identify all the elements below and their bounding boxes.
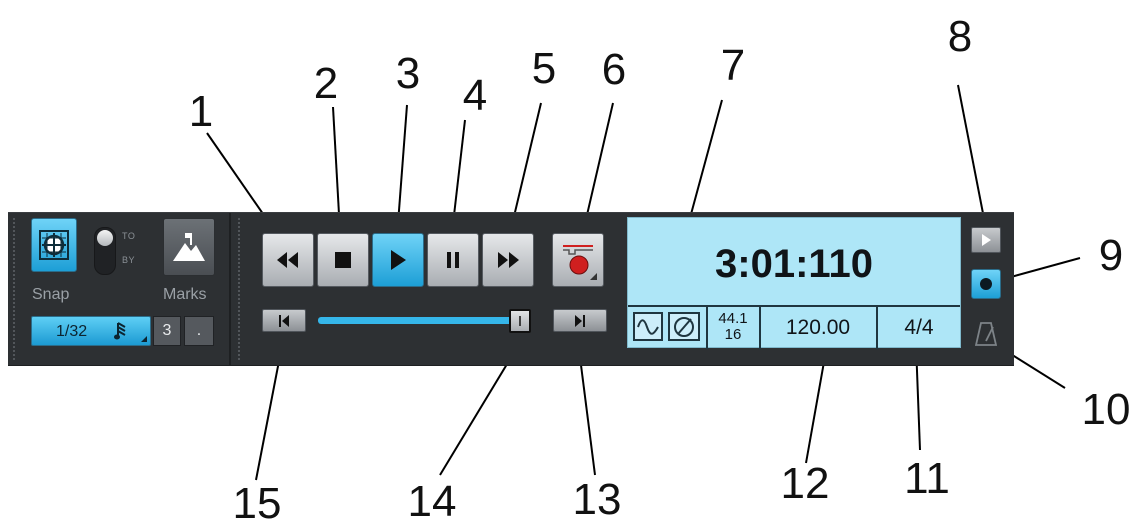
snap-mode-toggle[interactable] (94, 227, 116, 275)
tempo-value[interactable]: 120.00 (763, 316, 873, 340)
record-icon (563, 245, 597, 280)
callout-number: 5 (531, 44, 557, 93)
snap-resolution-dropdown[interactable]: 1/32 (31, 316, 151, 346)
fast-forward-button[interactable] (482, 233, 534, 287)
waveform-icon (637, 319, 659, 335)
metronome-toggle-button[interactable] (971, 269, 1001, 299)
performance-meter-icon (674, 317, 694, 337)
callout-number: 13 (572, 475, 622, 524)
marks-label: Marks (163, 286, 207, 303)
go-to-start-icon (279, 314, 289, 327)
position-slider-thumb[interactable] (509, 309, 532, 333)
performance-button[interactable] (668, 312, 700, 341)
display-divider (876, 307, 878, 349)
callout-number: 12 (780, 459, 830, 508)
bit-depth-value: 16 (724, 326, 742, 343)
time-display[interactable]: 3:01:110 44.1 16 120.00 4/4 (627, 217, 961, 349)
callout-number: 6 (601, 45, 627, 94)
section-divider (229, 213, 231, 365)
stop-icon (335, 252, 351, 268)
callout-number: 4 (462, 71, 488, 120)
sample-rate-value: 44.1 (718, 310, 748, 327)
snap-button[interactable] (31, 218, 77, 272)
toolbar-grip[interactable] (12, 217, 16, 361)
metronome-icon (975, 322, 997, 346)
callout-number: 3 (395, 49, 421, 98)
record-dot-icon (980, 278, 992, 290)
expand-button[interactable] (971, 227, 1001, 253)
display-divider (628, 305, 960, 307)
display-divider (759, 307, 761, 349)
stop-button[interactable] (317, 233, 369, 287)
rewind-button[interactable] (262, 233, 314, 287)
callout-number: 8 (947, 12, 973, 61)
callout-number: 9 (1098, 231, 1124, 280)
callout-number: 10 (1081, 385, 1131, 434)
time-signature-value[interactable]: 4/4 (880, 316, 958, 340)
snap-to-label: TO (122, 231, 136, 241)
marks-icon (173, 233, 205, 261)
metronome-settings-button[interactable] (971, 319, 1001, 349)
toolbar-grip[interactable] (237, 217, 241, 361)
pause-icon (447, 252, 459, 268)
pause-button[interactable] (427, 233, 479, 287)
slider-grip-icon (519, 316, 522, 326)
snap-resolution-value: 1/32 (56, 323, 88, 340)
callout-number: 15 (232, 479, 282, 528)
play-button[interactable] (372, 233, 424, 287)
snap-grid-icon (39, 230, 69, 260)
triplet-box[interactable]: 3 (153, 316, 181, 346)
time-readout[interactable]: 3:01:110 (628, 242, 960, 287)
toggle-knob (97, 230, 113, 246)
position-slider-track[interactable] (318, 317, 531, 324)
marks-button[interactable] (163, 218, 215, 276)
thirty-second-note-icon (114, 322, 126, 340)
callout-number: 1 (188, 87, 214, 136)
go-to-end-button[interactable] (553, 309, 607, 332)
go-to-start-button[interactable] (262, 309, 306, 332)
callout-number: 14 (407, 477, 457, 526)
position-slider-fill (318, 317, 521, 324)
record-options-button[interactable] (552, 233, 604, 287)
dotted-box[interactable]: . (184, 316, 214, 346)
play-icon (391, 250, 406, 270)
callout-number: 2 (313, 59, 339, 108)
rewind-icon (277, 252, 298, 268)
audio-engine-button[interactable] (633, 312, 663, 341)
callout-number: 7 (720, 41, 746, 90)
expand-arrow-icon (982, 234, 991, 246)
dropdown-corner-icon (141, 336, 147, 342)
snap-label: Snap (32, 286, 70, 303)
display-divider (706, 307, 708, 349)
snap-by-label: BY (122, 255, 136, 265)
transport-toolbar: TO BY Snap Marks 1/32 3 . 3:01:110 44.1 … (8, 212, 1014, 366)
go-to-end-icon (575, 314, 585, 327)
fast-forward-icon (498, 252, 519, 268)
callout-number: 11 (904, 454, 950, 503)
